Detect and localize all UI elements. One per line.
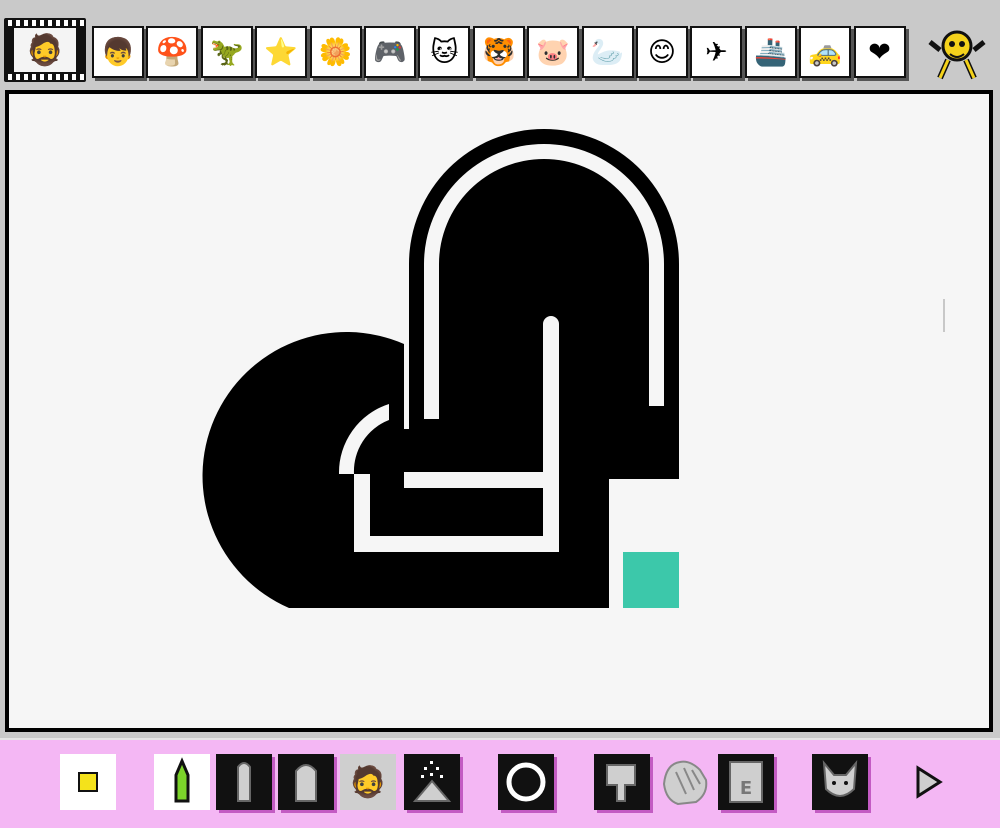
undo-dog-hand-icon[interactable] [656, 754, 712, 810]
eraser-label: E [739, 778, 753, 799]
mario-stamp-icon[interactable]: 👦 [92, 26, 144, 78]
drawing-canvas[interactable] [5, 90, 993, 732]
wolf-menu-icon[interactable] [812, 754, 868, 810]
ship-stamp-icon[interactable]: 🚢 [744, 26, 797, 78]
paint-bucket-icon[interactable] [594, 754, 650, 810]
pencil-icon[interactable] [154, 754, 210, 810]
mushroom-stamp-icon[interactable]: 🍄 [146, 26, 199, 78]
tool-palette: 🧔 E [0, 738, 1000, 828]
stamp-toolbar: 🧔 👦 🍄 🦖 ⭐ 🌼 🎮 🐱 🐯 🐷 🦢 😊 ✈ 🚢 🚕 ❤ [0, 0, 1000, 86]
pig-stamp-icon[interactable]: 🐷 [527, 26, 580, 78]
baby-face-stamp-icon[interactable]: 😊 [636, 26, 688, 78]
mario-face-icon: 🧔 [14, 28, 76, 72]
spray-icon[interactable] [404, 754, 460, 810]
heart-stamp-icon[interactable]: ❤ [853, 26, 906, 78]
star-stamp-icon[interactable]: ⭐ [255, 26, 308, 78]
shape-circle-icon[interactable] [498, 754, 554, 810]
yellow-creature-icon[interactable] [928, 24, 986, 80]
interlocked-heart-logo [202, 129, 680, 608]
airplane-stamp-icon[interactable]: ✈ [690, 26, 743, 78]
gameboy-stamp-icon[interactable]: 🎮 [364, 26, 416, 78]
next-arrow-icon[interactable] [900, 754, 956, 810]
accent-square [623, 552, 679, 608]
thick-marker-icon[interactable] [278, 754, 334, 810]
bird-stamp-icon[interactable]: 🦢 [581, 26, 634, 78]
stamp-strip-button[interactable]: 🧔 [4, 18, 86, 82]
eraser-icon[interactable]: E [718, 754, 774, 810]
car-stamp-icon[interactable]: 🚕 [799, 26, 852, 78]
tiger-stamp-icon[interactable]: 🐯 [472, 26, 525, 78]
brush-size-icon[interactable] [60, 754, 116, 810]
cat-stamp-icon[interactable]: 🐱 [418, 26, 471, 78]
marker-icon[interactable] [216, 754, 272, 810]
film-holes-top [4, 20, 86, 26]
film-holes-bottom [4, 74, 86, 80]
stamp-tool-icon[interactable]: 🧔 [340, 754, 396, 810]
yoshi-stamp-icon[interactable]: 🦖 [200, 26, 253, 78]
fire-flower-stamp-icon[interactable]: 🌼 [309, 26, 362, 78]
